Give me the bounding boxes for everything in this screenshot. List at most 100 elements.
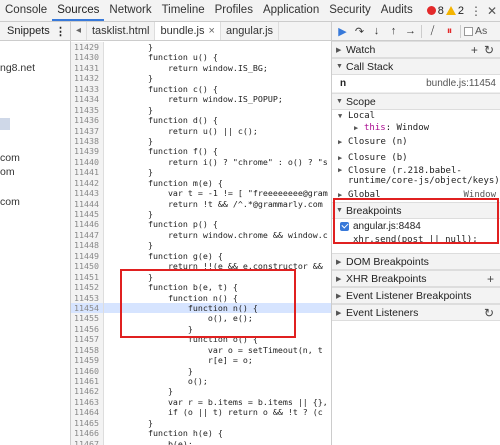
code-line[interactable]: 11445 } (71, 209, 331, 220)
tab-security[interactable]: Security (324, 0, 376, 21)
watch-section-header[interactable]: ▶ Watch + ↻ (332, 41, 500, 58)
editor-tab-bundle[interactable]: bundle.js × (155, 22, 221, 40)
line-number[interactable]: 11440 (71, 156, 104, 168)
step-out-icon[interactable]: ↑ (386, 24, 401, 39)
code-line[interactable]: 11438 } (71, 135, 331, 147)
code-line[interactable]: 11431 return window.IS_BG; (71, 62, 331, 74)
code-line[interactable]: 11434 return window.IS_POPUP; (71, 94, 331, 105)
line-number[interactable]: 11458 (71, 344, 104, 356)
xhr-breakpoints-header[interactable]: ▶ XHR Breakpoints + (332, 270, 500, 287)
code-line[interactable]: 11458 var o = setTimeout(n, t (71, 344, 331, 356)
event-listeners-header[interactable]: ▶ Event Listeners ↻ (332, 304, 500, 321)
code-line[interactable]: 11439 function f() { (71, 146, 331, 157)
line-number[interactable]: 11463 (71, 396, 104, 408)
tab-audits[interactable]: Audits (376, 0, 418, 21)
line-number[interactable]: 11437 (71, 125, 104, 136)
code-line[interactable]: 11432 } (71, 73, 331, 84)
line-number[interactable]: 11461 (71, 376, 104, 387)
line-number[interactable]: 11460 (71, 365, 104, 376)
code-line[interactable]: 11452 function b(e, t) { (71, 282, 331, 293)
add-xhr-breakpoint-icon[interactable]: + (487, 272, 494, 286)
line-number[interactable]: 11457 (71, 334, 104, 345)
line-number[interactable]: 11454 (71, 302, 104, 314)
line-number[interactable]: 11429 (71, 42, 104, 53)
scope-closure[interactable]: ▶ Closure (b) (332, 150, 500, 166)
tab-sources[interactable]: Sources (52, 0, 105, 21)
scope-this[interactable]: ▶ this: Window (332, 122, 500, 134)
code-line[interactable]: 11435 } (71, 104, 331, 116)
tab-profiles[interactable]: Profiles (210, 0, 258, 21)
more-menu-icon[interactable]: ⋮ (468, 0, 484, 21)
line-number[interactable]: 11446 (71, 219, 104, 230)
line-number[interactable]: 11455 (71, 313, 104, 324)
tab-network[interactable]: Network (104, 0, 156, 21)
line-number[interactable]: 11442 (71, 177, 104, 189)
event-listener-breakpoints-header[interactable]: ▶ Event Listener Breakpoints (332, 287, 500, 304)
line-number[interactable]: 11465 (71, 417, 104, 429)
close-tab-icon[interactable]: × (209, 25, 215, 37)
line-number[interactable]: 11452 (71, 282, 104, 293)
navigator-item[interactable]: com (0, 152, 20, 164)
line-number[interactable]: 11459 (71, 355, 104, 366)
navigator-more-icon[interactable]: ⋮ (55, 25, 66, 38)
breakpoint-checkbox[interactable] (340, 221, 349, 231)
scope-closure[interactable]: ▶ Closure (n) (332, 134, 500, 150)
code-line[interactable]: 11436 function d() { (71, 115, 331, 126)
line-number[interactable]: 11438 (71, 135, 104, 147)
code-lines[interactable]: 11429 } 11430 function u() {11431 return … (71, 42, 331, 445)
step-into-icon[interactable]: ↓ (369, 24, 384, 39)
line-number[interactable]: 11432 (71, 73, 104, 84)
navigator-item[interactable]: ng8.net (0, 62, 35, 74)
line-number[interactable]: 11435 (71, 104, 104, 116)
add-watch-icon[interactable]: + (471, 43, 478, 57)
code-line[interactable]: 11459 r[e] = o; (71, 355, 331, 366)
code-line[interactable]: 11443 var t = -1 != [ "freeeeeeee@gram (71, 188, 331, 199)
call-stack-section-header[interactable]: ▼ Call Stack (332, 58, 500, 75)
line-number[interactable]: 11466 (71, 428, 104, 439)
code-line[interactable]: 11437 return u() || c(); (71, 125, 331, 136)
code-line[interactable]: 11457 function o() { (71, 334, 331, 345)
navigator-item[interactable]: om (0, 166, 15, 178)
call-frame[interactable]: n bundle.js:11454 (332, 75, 500, 93)
code-line[interactable]: 11430 function u() { (71, 52, 331, 63)
code-line[interactable]: 11429 } (71, 42, 331, 53)
code-line[interactable]: 11442 function m(e) { (71, 177, 331, 189)
close-icon[interactable]: ✕ (484, 0, 500, 21)
code-line[interactable]: 11456 } (71, 323, 331, 335)
scope-closure[interactable]: ▶ Closure (r.218.babel- runtime/core-js/… (332, 166, 500, 188)
code-line[interactable]: 11453 function n() { (71, 292, 331, 303)
refresh-icon[interactable]: ↻ (484, 43, 494, 57)
code-line[interactable]: 11448 } (71, 240, 331, 251)
code-line[interactable]: 11451 } (71, 271, 331, 283)
step-over-icon[interactable]: ↷ (352, 24, 367, 39)
step-icon[interactable]: → (403, 24, 418, 39)
tab-application[interactable]: Application (258, 0, 324, 21)
line-number[interactable]: 11462 (71, 386, 104, 397)
code-line[interactable]: 11449 function g(e) { (71, 250, 331, 262)
code-line[interactable]: 11450 return !!(e && e.constructor && (71, 261, 331, 272)
line-number[interactable]: 11467 (71, 438, 104, 445)
deactivate-breakpoints-icon[interactable]: ⧸ (425, 24, 440, 39)
line-number[interactable]: 11430 (71, 52, 104, 63)
breakpoints-section-header[interactable]: ▼ Breakpoints (332, 202, 500, 219)
dom-breakpoints-header[interactable]: ▶ DOM Breakpoints (332, 253, 500, 270)
tab-timeline[interactable]: Timeline (157, 0, 210, 21)
line-number[interactable]: 11431 (71, 62, 104, 74)
code-line[interactable]: 11465 } (71, 417, 331, 429)
tab-snippets[interactable]: Snippets (7, 25, 50, 37)
code-line[interactable]: 11463 var r = b.items = b.items || {}, (71, 396, 331, 408)
pause-on-exceptions-icon[interactable]: ⏸ (442, 24, 457, 39)
code-line[interactable]: 11441 } (71, 167, 331, 178)
line-number[interactable]: 11451 (71, 271, 104, 283)
line-number[interactable]: 11456 (71, 323, 104, 335)
code-line[interactable]: 11444 return !t && /^.*@grammarly.com (71, 198, 331, 209)
tab-console[interactable]: Console (0, 0, 52, 21)
line-number[interactable]: 11439 (71, 146, 104, 157)
code-line[interactable]: 11440 return i() ? "chrome" : o() ? "s (71, 156, 331, 168)
code-line[interactable]: 11464 if (o || t) return o && !t ? (c (71, 407, 331, 418)
code-line-current[interactable]: 11454 function n() { (71, 302, 331, 314)
code-line[interactable]: 11460 } (71, 365, 331, 376)
editor-tab-angular[interactable]: angular.js (221, 22, 280, 40)
code-line[interactable]: 11447 return window.chrome && window.c (71, 229, 331, 241)
toggle-navigator-icon[interactable]: ◂ (71, 22, 87, 40)
